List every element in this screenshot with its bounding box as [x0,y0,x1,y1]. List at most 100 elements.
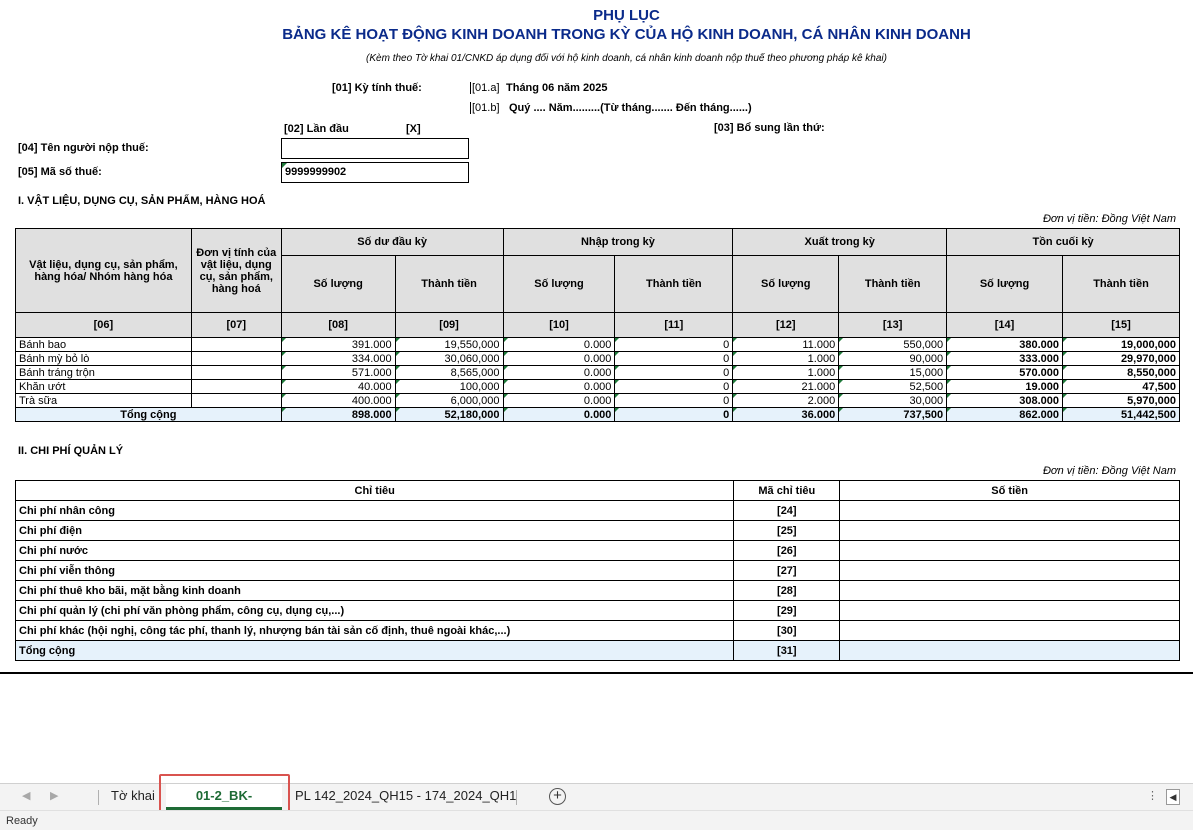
item-unit[interactable] [190,337,282,352]
value-cell[interactable]: 30,000 [838,393,948,408]
header-item: Vật liệu, dụng cụ, sản phẩm, hàng hóa/ N… [15,228,192,313]
value-cell[interactable]: 391.000 [280,337,396,352]
item-name[interactable]: Bánh mỳ bỏ lò [15,351,192,366]
header-amount: Thành tiền [1062,255,1180,313]
value-cell[interactable]: 0.000 [502,365,616,380]
item-name[interactable]: Bánh bao [15,337,192,352]
item-name[interactable]: Trà sữa [15,393,192,408]
expense-code: [25] [733,520,841,541]
value-cell[interactable]: 571.000 [280,365,396,380]
item-unit[interactable] [190,365,282,380]
column-code: [12] [732,312,840,338]
expense-amount-input[interactable] [839,540,1180,561]
total-label: Tổng cộng [15,407,282,422]
value-cell[interactable]: 570.000 [946,365,1063,380]
expense-amount-input[interactable] [839,580,1180,601]
value-cell[interactable]: 0 [614,365,734,380]
first-time-mark[interactable]: [X] [406,123,421,135]
expense-amount-input[interactable] [839,560,1180,581]
value-cell[interactable]: 90,000 [838,351,948,366]
prev-sheet-icon[interactable]: ◀ [22,789,30,802]
taxpayer-name-input[interactable] [281,138,469,159]
value-cell[interactable]: 334.000 [280,351,396,366]
expense-amount-input[interactable] [839,620,1180,641]
value-cell[interactable]: 0 [614,351,734,366]
table-row: Chi phí khác (hội nghị, công tác phí, th… [14,620,1180,641]
tax-period-quarter-value[interactable]: Quý .... Năm.........(Từ tháng....... Đế… [509,102,752,114]
item-unit[interactable] [190,379,282,394]
header-amount: Thành tiền [394,255,504,313]
expense-amount-input[interactable] [839,520,1180,541]
header-closing-stock: Tồn cuối kỳ [946,228,1180,256]
table-row: Bánh tráng trộn 571.000 8,565,000 0.000 0 1.0… [15,365,1180,380]
cell-marker-icon [282,163,287,168]
item-name[interactable]: Khăn ướt [15,379,192,394]
tax-code-input[interactable]: 9999999902 [281,162,469,183]
code-01a: [01.a] [470,82,500,94]
value-cell[interactable]: 0 [614,393,734,408]
more-options-icon[interactable]: ⋮ [1147,789,1158,802]
value-cell[interactable]: 1.000 [732,365,840,380]
next-sheet-icon[interactable]: ▶ [50,789,58,802]
value-cell[interactable]: 8,550,000 [1062,365,1180,380]
expense-code: [26] [733,540,841,561]
header-qty: Số lượng [946,255,1063,313]
value-cell[interactable]: 0.000 [502,393,616,408]
total-code: [31] [733,640,841,661]
table-row: Trà sữa 400.000 6,000,000 0.000 0 2.000 30,000… [15,393,1180,408]
value-cell[interactable]: 15,000 [838,365,948,380]
value-cell[interactable]: 1.000 [732,351,840,366]
value-cell[interactable]: 550,000 [838,337,948,352]
value-cell[interactable]: 29,970,000 [1062,351,1180,366]
value-cell[interactable]: 0.000 [502,351,616,366]
header-qty: Số lượng [502,255,616,313]
value-cell[interactable]: 308.000 [946,393,1063,408]
value-cell[interactable]: 19,550,000 [394,337,504,352]
value-cell[interactable]: 5,970,000 [1062,393,1180,408]
tab-to-khai[interactable]: Tờ khai [99,784,167,810]
add-sheet-icon[interactable]: + [549,788,566,805]
value-cell[interactable]: 11.000 [732,337,840,352]
table-row: Chi phí nhân công [24] [14,500,1180,521]
item-unit[interactable] [190,393,282,408]
header-amount: Thành tiền [838,255,948,313]
value-cell[interactable]: 380.000 [946,337,1063,352]
value-cell[interactable]: 2.000 [732,393,840,408]
value-cell[interactable]: 0 [614,337,734,352]
value-cell[interactable]: 19.000 [946,379,1063,394]
table-row: Bánh mỳ bỏ lò 334.000 30,060,000 0.000 0 1.00… [15,351,1180,366]
value-cell[interactable]: 40.000 [280,379,396,394]
column-code: [10] [502,312,616,338]
column-code: [06] [15,312,192,338]
value-cell[interactable]: 0.000 [502,337,616,352]
total-amount [839,640,1180,661]
total-value: 51,442,500 [1062,407,1180,422]
scroll-left-icon[interactable]: ◀ [1166,789,1180,805]
total-value: 36.000 [732,407,840,422]
table-row: Bánh bao 391.000 19,550,000 0.000 0 11.000 550… [15,337,1180,352]
value-cell[interactable]: 333.000 [946,351,1063,366]
report-title: BẢNG KÊ HOẠT ĐỘNG KINH DOANH TRONG KỲ CỦ… [282,26,971,43]
expense-label: Chi phí nước [14,540,735,561]
expense-amount-input[interactable] [839,500,1180,521]
header-so-tien: Số tiền [839,480,1180,501]
value-cell[interactable]: 0.000 [502,379,616,394]
value-cell[interactable]: 0 [614,379,734,394]
item-name[interactable]: Bánh tráng trộn [15,365,192,380]
value-cell[interactable]: 19,000,000 [1062,337,1180,352]
value-cell[interactable]: 100,000 [394,379,504,394]
value-cell[interactable]: 8,565,000 [394,365,504,380]
value-cell[interactable]: 400.000 [280,393,396,408]
expense-amount-input[interactable] [839,600,1180,621]
tax-period-month-value[interactable]: Tháng 06 năm 2025 [506,82,608,94]
tab-pl-142[interactable]: PL 142_2024_QH15 - 174_2024_QH1 [283,784,528,810]
table-row: Chi phí quản lý (chi phí văn phòng phẩm,… [14,600,1180,621]
column-code: [13] [838,312,948,338]
value-cell[interactable]: 21.000 [732,379,840,394]
total-value: 862.000 [946,407,1063,422]
value-cell[interactable]: 30,060,000 [394,351,504,366]
value-cell[interactable]: 47,500 [1062,379,1180,394]
value-cell[interactable]: 6,000,000 [394,393,504,408]
value-cell[interactable]: 52,500 [838,379,948,394]
item-unit[interactable] [190,351,282,366]
